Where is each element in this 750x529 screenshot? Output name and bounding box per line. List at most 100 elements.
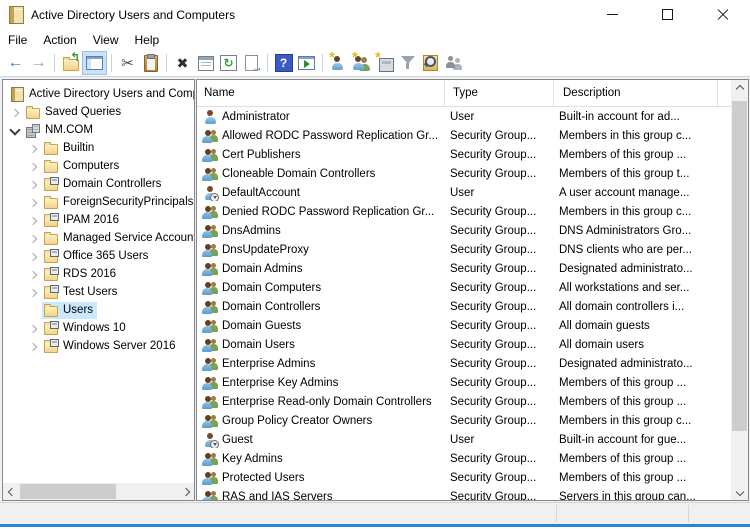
close-button[interactable] bbox=[695, 0, 750, 29]
scroll-down-button[interactable] bbox=[731, 485, 748, 500]
tree-item-ipam-2016[interactable]: IPAM 2016 bbox=[3, 211, 194, 229]
object-type: Security Group... bbox=[450, 129, 537, 142]
tree-item-domain-controllers[interactable]: Domain Controllers bbox=[3, 175, 194, 193]
paste-button[interactable] bbox=[139, 52, 162, 74]
table-row[interactable]: RAS and IAS Servers Security Group... Se… bbox=[197, 487, 731, 500]
cell-name: Enterprise Key Admins bbox=[197, 375, 442, 391]
table-row[interactable]: Key Admins Security Group... Members of … bbox=[197, 449, 731, 468]
show-console-tree-toggle[interactable] bbox=[82, 51, 107, 75]
scrollbar-thumb[interactable] bbox=[732, 101, 747, 431]
table-row[interactable]: Domain Computers Security Group... All w… bbox=[197, 278, 731, 297]
tree-node: IPAM 2016 bbox=[42, 212, 123, 229]
new-group-button[interactable]: * bbox=[350, 50, 373, 74]
export-list-button[interactable]: → bbox=[240, 52, 263, 74]
help-button[interactable]: ? bbox=[272, 52, 295, 74]
add-to-group-button[interactable] bbox=[442, 52, 465, 74]
scroll-up-button[interactable] bbox=[731, 80, 748, 95]
scrollbar-track[interactable] bbox=[18, 483, 179, 500]
column-header-type[interactable]: Type bbox=[445, 80, 554, 106]
delete-button[interactable]: ✖ bbox=[171, 52, 194, 74]
object-type: Security Group... bbox=[450, 262, 537, 275]
table-row[interactable]: Guest User Built-in account for gue... bbox=[197, 430, 731, 449]
expander-icon[interactable] bbox=[10, 108, 19, 117]
menu-file[interactable]: File bbox=[0, 29, 35, 50]
up-one-level-button[interactable]: ↰ bbox=[59, 51, 82, 74]
cut-button[interactable]: ✂ bbox=[116, 52, 139, 74]
expander-icon[interactable] bbox=[28, 198, 37, 207]
expander-icon[interactable] bbox=[28, 342, 37, 351]
directory-icon bbox=[9, 86, 25, 102]
table-row[interactable]: Enterprise Key Admins Security Group... … bbox=[197, 373, 731, 392]
scroll-right-button[interactable] bbox=[179, 483, 194, 500]
expander-icon[interactable] bbox=[28, 216, 37, 225]
table-row[interactable]: Domain Controllers Security Group... All… bbox=[197, 297, 731, 316]
tree-item-builtin[interactable]: Builtin bbox=[3, 139, 194, 157]
table-row[interactable]: Cert Publishers Security Group... Member… bbox=[197, 145, 731, 164]
group-icon bbox=[202, 299, 218, 315]
user-icon bbox=[202, 109, 218, 125]
table-row[interactable]: Allowed RODC Password Replication Gr... … bbox=[197, 126, 731, 145]
table-row[interactable]: Domain Users Security Group... All domai… bbox=[197, 335, 731, 354]
table-row[interactable]: DnsAdmins Security Group... DNS Administ… bbox=[197, 221, 731, 240]
refresh-button[interactable]: ↻ bbox=[217, 52, 240, 74]
maximize-button[interactable] bbox=[640, 0, 695, 29]
tree-item-managed-service-accounts[interactable]: Managed Service Accounts bbox=[3, 229, 194, 247]
expander-icon[interactable] bbox=[28, 324, 37, 333]
menu-action[interactable]: Action bbox=[35, 29, 84, 50]
tree-item-foreignsecurityprincipals[interactable]: ForeignSecurityPrincipals bbox=[3, 193, 194, 211]
new-ou-button[interactable]: * bbox=[373, 50, 396, 74]
menu-view[interactable]: View bbox=[85, 29, 127, 50]
expander-icon[interactable] bbox=[28, 234, 37, 243]
back-button[interactable]: ← bbox=[4, 52, 27, 74]
tree-item-users[interactable]: Users bbox=[3, 301, 194, 319]
table-row[interactable]: DnsUpdateProxy Security Group... DNS cli… bbox=[197, 240, 731, 259]
expander-icon[interactable] bbox=[10, 126, 19, 135]
new-user-button[interactable]: * bbox=[327, 50, 350, 74]
table-row[interactable]: Denied RODC Password Replication Gr... S… bbox=[197, 202, 731, 221]
find-button[interactable] bbox=[419, 52, 442, 74]
window-bottom-accent-border bbox=[0, 524, 750, 527]
show-in-new-window-button[interactable] bbox=[295, 52, 318, 74]
cell-name: DnsUpdateProxy bbox=[197, 242, 442, 258]
scroll-left-button[interactable] bbox=[3, 483, 18, 500]
scrollbar-track[interactable] bbox=[731, 95, 748, 485]
table-row[interactable]: Cloneable Domain Controllers Security Gr… bbox=[197, 164, 731, 183]
object-type: Security Group... bbox=[450, 224, 537, 237]
filter-button[interactable] bbox=[396, 52, 419, 74]
table-row[interactable]: Protected Users Security Group... Member… bbox=[197, 468, 731, 487]
forward-button[interactable]: → bbox=[27, 52, 50, 74]
tree-item-office-365-users[interactable]: Office 365 Users bbox=[3, 247, 194, 265]
tree-item-test-users[interactable]: Test Users bbox=[3, 283, 194, 301]
column-header-description[interactable]: Description bbox=[554, 80, 718, 106]
expander-icon[interactable] bbox=[28, 270, 37, 279]
tree-item-windows-server-2016[interactable]: Windows Server 2016 bbox=[3, 337, 194, 355]
table-row[interactable]: Enterprise Read-only Domain Controllers … bbox=[197, 392, 731, 411]
column-header-name[interactable]: Name bbox=[197, 80, 445, 106]
tree-item-root[interactable]: Active Directory Users and Computers bbox=[3, 85, 194, 103]
scrollbar-thumb[interactable] bbox=[20, 484, 116, 499]
object-type: Security Group... bbox=[450, 452, 537, 465]
minimize-button[interactable] bbox=[585, 0, 640, 29]
properties-button[interactable] bbox=[194, 52, 217, 74]
expander-icon[interactable] bbox=[28, 162, 37, 171]
tree-item-saved-queries[interactable]: Saved Queries bbox=[3, 103, 194, 121]
domain-icon bbox=[25, 122, 41, 138]
table-row[interactable]: DefaultAccount User A user account manag… bbox=[197, 183, 731, 202]
table-row[interactable]: Domain Admins Security Group... Designat… bbox=[197, 259, 731, 278]
table-row[interactable]: Domain Guests Security Group... All doma… bbox=[197, 316, 731, 335]
expander-icon[interactable] bbox=[28, 252, 37, 261]
menu-help[interactable]: Help bbox=[127, 29, 168, 50]
expander-icon[interactable] bbox=[28, 288, 37, 297]
table-row[interactable]: Group Policy Creator Owners Security Gro… bbox=[197, 411, 731, 430]
tree-node: Users bbox=[42, 301, 98, 319]
group-icon bbox=[202, 394, 218, 410]
disabled-user-icon bbox=[202, 185, 219, 201]
tree-item-windows-10[interactable]: Windows 10 bbox=[3, 319, 194, 337]
tree-item-computers[interactable]: Computers bbox=[3, 157, 194, 175]
table-row[interactable]: Enterprise Admins Security Group... Desi… bbox=[197, 354, 731, 373]
tree-item-rds-2016[interactable]: RDS 2016 bbox=[3, 265, 194, 283]
expander-icon[interactable] bbox=[28, 180, 37, 189]
tree-item-nm-com[interactable]: NM.COM bbox=[3, 121, 194, 139]
table-row[interactable]: Administrator User Built-in account for … bbox=[197, 107, 731, 126]
expander-icon[interactable] bbox=[28, 144, 37, 153]
